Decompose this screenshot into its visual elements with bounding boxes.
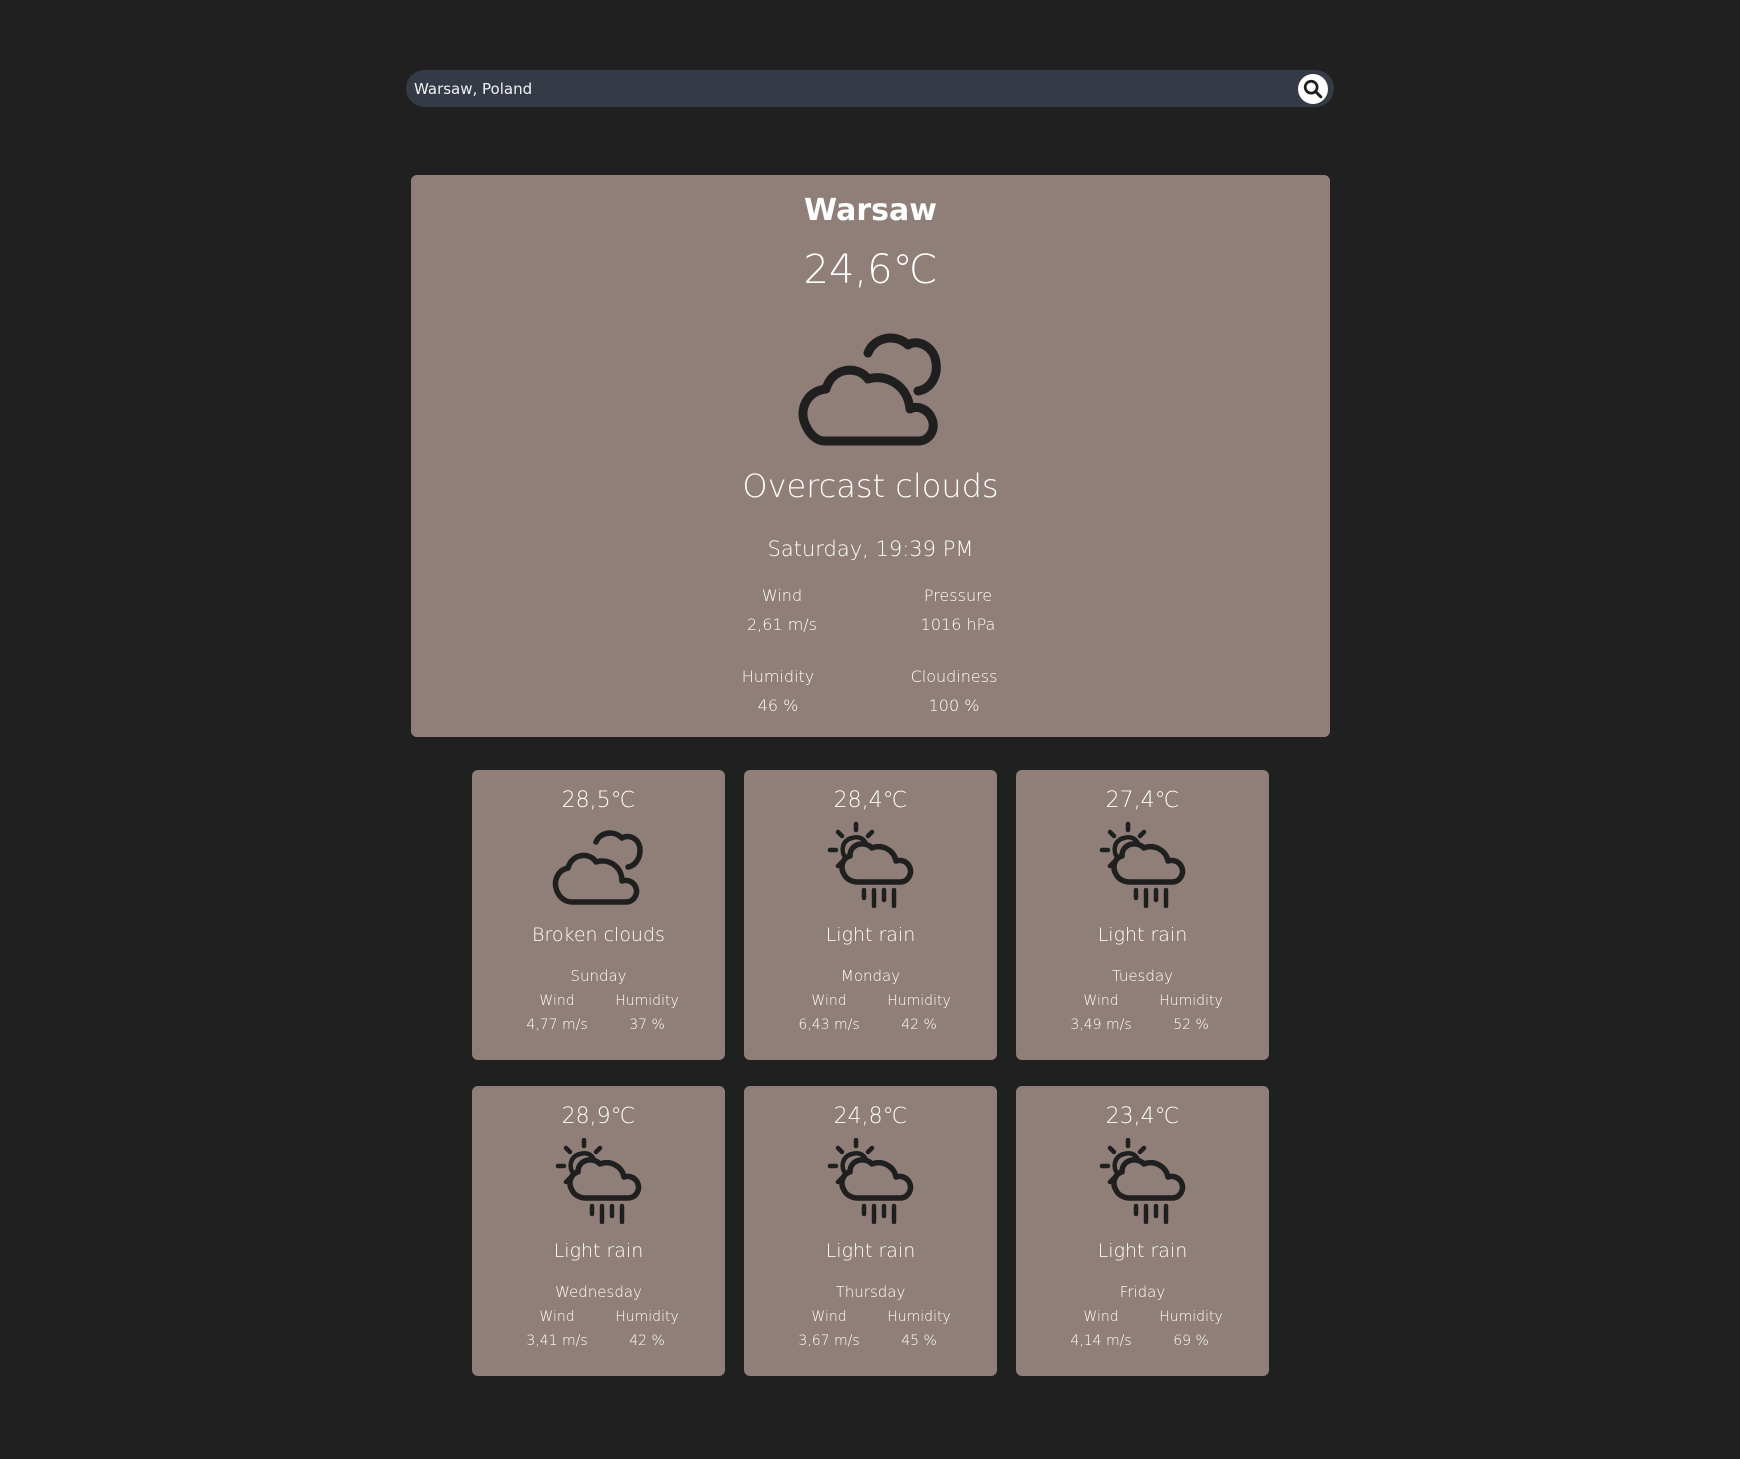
forecast-card: 27,4℃ Light rain Tuesday Wind 3,49 m/s H… bbox=[1016, 770, 1269, 1060]
forecast-wind: Wind 4,14 m/s bbox=[1056, 1309, 1146, 1349]
forecast-wind: Wind 4,77 m/s bbox=[512, 993, 602, 1033]
current-weather-card: Warsaw 24,6℃ Overcast clouds Saturday, 1… bbox=[411, 175, 1330, 737]
forecast-day: Sunday bbox=[570, 967, 627, 985]
current-date: Saturday, 19:39 PM bbox=[767, 537, 974, 561]
forecast-humidity-label: Humidity bbox=[887, 1309, 951, 1325]
forecast-card: 28,4℃ Light rain Monday Wind 6,43 m/s Hu… bbox=[744, 770, 997, 1060]
forecast-stats: Wind 6,43 m/s Humidity 42 % bbox=[784, 993, 964, 1033]
light-rain-icon bbox=[1099, 822, 1186, 908]
humidity-stat: Humidity 46 % bbox=[708, 667, 848, 715]
forecast-stats: Wind 3,49 m/s Humidity 52 % bbox=[1056, 993, 1236, 1033]
wind-stat: Wind 2,61 m/s bbox=[712, 586, 852, 634]
forecast-day: Monday bbox=[840, 967, 901, 985]
forecast-wind: Wind 3,67 m/s bbox=[784, 1309, 874, 1349]
forecast-wind-label: Wind bbox=[1083, 993, 1119, 1009]
forecast-wind: Wind 3,49 m/s bbox=[1056, 993, 1146, 1033]
light-rain-icon bbox=[827, 1138, 914, 1224]
forecast-humidity-value: 52 % bbox=[1173, 1017, 1209, 1033]
forecast-humidity-value: 42 % bbox=[629, 1333, 665, 1349]
forecast-humidity: Humidity 42 % bbox=[602, 1309, 692, 1349]
forecast-card: 24,8℃ Light rain Thursday Wind 3,67 m/s … bbox=[744, 1086, 997, 1376]
light-rain-icon bbox=[1099, 1138, 1186, 1224]
humidity-value: 46 % bbox=[757, 696, 799, 715]
cloudiness-stat: Cloudiness 100 % bbox=[884, 667, 1024, 715]
overcast-clouds-icon bbox=[798, 333, 941, 446]
forecast-wind-label: Wind bbox=[539, 993, 575, 1009]
forecast-wind-value: 6,43 m/s bbox=[798, 1017, 860, 1033]
forecast-temperature: 28,4℃ bbox=[833, 788, 908, 813]
cloudiness-label: Cloudiness bbox=[910, 667, 998, 686]
forecast-description: Broken clouds bbox=[532, 924, 665, 946]
forecast-wind-label: Wind bbox=[1083, 1309, 1119, 1325]
forecast-humidity-label: Humidity bbox=[615, 1309, 679, 1325]
forecast-day: Wednesday bbox=[555, 1283, 642, 1301]
forecast-humidity-label: Humidity bbox=[615, 993, 679, 1009]
forecast-card: 28,9℃ Light rain Wednesday Wind 3,41 m/s… bbox=[472, 1086, 725, 1376]
forecast-description: Light rain bbox=[1097, 924, 1188, 946]
search-bar bbox=[406, 70, 1334, 107]
forecast-wind-value: 4,77 m/s bbox=[526, 1017, 588, 1033]
light-rain-icon bbox=[827, 822, 914, 908]
broken-clouds-icon bbox=[552, 830, 643, 905]
forecast-humidity-label: Humidity bbox=[1159, 1309, 1223, 1325]
forecast-stats: Wind 4,14 m/s Humidity 69 % bbox=[1056, 1309, 1236, 1349]
forecast-stats: Wind 4,77 m/s Humidity 37 % bbox=[512, 993, 692, 1033]
forecast-wind-value: 3,67 m/s bbox=[798, 1333, 860, 1349]
pressure-stat: Pressure 1016 hPa bbox=[888, 586, 1028, 634]
forecast-temperature: 23,4℃ bbox=[1105, 1104, 1180, 1129]
humidity-label: Humidity bbox=[741, 667, 815, 686]
light-rain-icon bbox=[555, 1138, 642, 1224]
forecast-description: Light rain bbox=[553, 1240, 644, 1262]
forecast-wind-value: 4,14 m/s bbox=[1070, 1333, 1132, 1349]
forecast-humidity: Humidity 69 % bbox=[1146, 1309, 1236, 1349]
forecast-wind-value: 3,41 m/s bbox=[526, 1333, 588, 1349]
forecast-description: Light rain bbox=[825, 1240, 916, 1262]
forecast-wind-value: 3,49 m/s bbox=[1070, 1017, 1132, 1033]
forecast-temperature: 28,5℃ bbox=[561, 788, 636, 813]
forecast-wind-label: Wind bbox=[811, 993, 847, 1009]
wind-value: 2,61 m/s bbox=[746, 615, 818, 634]
forecast-description: Light rain bbox=[825, 924, 916, 946]
forecast-humidity-value: 42 % bbox=[901, 1017, 937, 1033]
forecast-humidity: Humidity 42 % bbox=[874, 993, 964, 1033]
forecast-wind-label: Wind bbox=[811, 1309, 847, 1325]
pressure-label: Pressure bbox=[923, 586, 993, 605]
city-name: Warsaw bbox=[804, 193, 937, 228]
forecast-wind: Wind 6,43 m/s bbox=[784, 993, 874, 1033]
forecast-humidity-value: 37 % bbox=[629, 1017, 665, 1033]
pressure-value: 1016 hPa bbox=[920, 615, 996, 634]
current-temperature: 24,6℃ bbox=[803, 247, 938, 293]
wind-label: Wind bbox=[761, 586, 803, 605]
search-button[interactable] bbox=[1298, 73, 1328, 104]
search-icon bbox=[1303, 79, 1323, 98]
forecast-humidity-value: 45 % bbox=[901, 1333, 937, 1349]
forecast-wind-label: Wind bbox=[539, 1309, 575, 1325]
forecast-day: Thursday bbox=[835, 1283, 906, 1301]
forecast-humidity: Humidity 37 % bbox=[602, 993, 692, 1033]
forecast-card: 23,4℃ Light rain Friday Wind 4,14 m/s Hu… bbox=[1016, 1086, 1269, 1376]
forecast-day: Tuesday bbox=[1111, 967, 1174, 985]
forecast-humidity-value: 69 % bbox=[1173, 1333, 1209, 1349]
forecast-temperature: 27,4℃ bbox=[1105, 788, 1180, 813]
forecast-humidity: Humidity 45 % bbox=[874, 1309, 964, 1349]
forecast-description: Light rain bbox=[1097, 1240, 1188, 1262]
forecast-temperature: 24,8℃ bbox=[833, 1104, 908, 1129]
forecast-stats: Wind 3,41 m/s Humidity 42 % bbox=[512, 1309, 692, 1349]
forecast-humidity: Humidity 52 % bbox=[1146, 993, 1236, 1033]
forecast-humidity-label: Humidity bbox=[1159, 993, 1223, 1009]
cloudiness-value: 100 % bbox=[928, 696, 980, 715]
forecast-day: Friday bbox=[1119, 1283, 1166, 1301]
forecast-temperature: 28,9℃ bbox=[561, 1104, 636, 1129]
forecast-humidity-label: Humidity bbox=[887, 993, 951, 1009]
forecast-card: 28,5℃ Broken clouds Sunday Wind 4,77 m/s… bbox=[472, 770, 725, 1060]
forecast-stats: Wind 3,67 m/s Humidity 45 % bbox=[784, 1309, 964, 1349]
search-input[interactable] bbox=[414, 70, 1298, 107]
forecast-wind: Wind 3,41 m/s bbox=[512, 1309, 602, 1349]
weather-description: Overcast clouds bbox=[742, 467, 999, 505]
